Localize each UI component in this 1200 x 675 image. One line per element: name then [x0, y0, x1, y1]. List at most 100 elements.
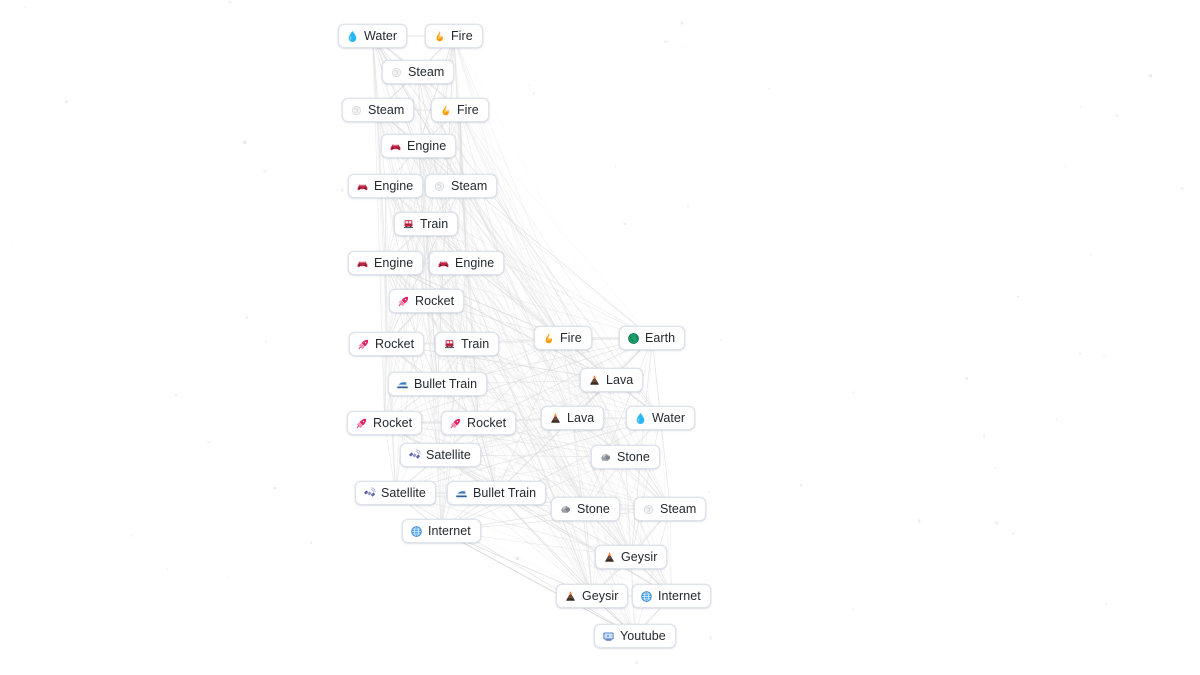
steam-icon — [433, 180, 446, 193]
graph-node-label: Engine — [407, 138, 447, 153]
graph-node-train[interactable]: Train — [394, 212, 459, 236]
graph-node-train[interactable]: Train — [435, 332, 500, 356]
graph-node-label: Earth — [645, 330, 676, 345]
graph-node-engine[interactable]: Engine — [348, 251, 424, 275]
volcano-icon — [549, 412, 562, 425]
car-icon — [389, 140, 402, 153]
globe-icon — [640, 590, 653, 603]
graph-node-label: Fire — [451, 28, 473, 43]
graph-node-label: Bullet Train — [414, 376, 478, 391]
graph-node-label: Fire — [560, 330, 582, 345]
graph-node-satellite[interactable]: Satellite — [400, 443, 481, 467]
background-speck-layer — [11, 0, 1184, 664]
graph-node-steam[interactable]: Steam — [382, 60, 455, 84]
graph-node-rocket[interactable]: Rocket — [441, 411, 517, 435]
graph-node-label: Water — [652, 410, 686, 425]
flame-icon — [439, 104, 452, 117]
graph-node-label: Water — [364, 28, 398, 43]
graph-node-geysir[interactable]: Geysir — [595, 545, 668, 569]
graph-node-stone[interactable]: Stone — [591, 445, 660, 469]
earth-icon — [627, 332, 640, 345]
graph-node-label: Engine — [374, 178, 414, 193]
graph-node-steam[interactable]: Steam — [425, 174, 498, 198]
car-icon — [356, 180, 369, 193]
stone-icon — [599, 451, 612, 464]
graph-node-lava[interactable]: Lava — [580, 368, 644, 392]
graph-node-label: Satellite — [381, 485, 426, 500]
graph-node-label: Engine — [455, 255, 495, 270]
graph-node-satellite[interactable]: Satellite — [355, 481, 436, 505]
graph-node-label: Stone — [577, 501, 610, 516]
graph-node-fire[interactable]: Fire — [534, 326, 592, 350]
flame-icon — [542, 332, 555, 345]
graph-node-water[interactable]: Water — [338, 24, 408, 48]
satellite-icon — [408, 448, 421, 462]
water-drop-icon — [346, 30, 359, 43]
rocket-icon — [355, 417, 368, 430]
graph-node-label: Steam — [660, 501, 697, 516]
graph-node-internet[interactable]: Internet — [402, 519, 481, 543]
globe-icon — [410, 525, 423, 538]
graph-node-engine[interactable]: Engine — [381, 134, 457, 158]
graph-node-water[interactable]: Water — [626, 406, 696, 430]
graph-node-label: Steam — [408, 64, 445, 79]
edge-layer — [372, 35, 672, 637]
rocket-icon — [397, 295, 410, 308]
car-icon — [437, 257, 450, 270]
graph-node-rocket[interactable]: Rocket — [347, 411, 423, 435]
graph-node-rocket[interactable]: Rocket — [389, 289, 465, 313]
graph-node-label: Internet — [658, 588, 701, 603]
steam-icon — [350, 104, 363, 117]
graph-node-label: Fire — [457, 102, 479, 117]
graph-node-internet[interactable]: Internet — [632, 584, 711, 608]
graph-node-label: Youtube — [620, 628, 666, 643]
graph-node-label: Geysir — [621, 549, 658, 564]
car-icon — [356, 257, 369, 270]
graph-node-stone[interactable]: Stone — [551, 497, 620, 521]
graph-canvas[interactable]: Water Fire Steam Steam Fire Engine Engine Steam… — [0, 0, 1200, 675]
train-icon — [443, 338, 456, 351]
graph-node-fire[interactable]: Fire — [425, 24, 483, 48]
graph-node-geysir[interactable]: Geysir — [556, 584, 629, 608]
graph-node-lava[interactable]: Lava — [541, 406, 605, 430]
water-drop-icon — [634, 412, 647, 425]
graph-node-engine[interactable]: Engine — [429, 251, 505, 275]
graph-node-steam[interactable]: Steam — [634, 497, 707, 521]
graph-node-label: Internet — [428, 523, 471, 538]
satellite-icon — [363, 486, 376, 500]
graph-node-label: Stone — [617, 449, 650, 464]
graph-node-earth[interactable]: Earth — [619, 326, 686, 350]
steam-icon — [390, 66, 403, 79]
graph-node-label: Steam — [368, 102, 405, 117]
graph-node-label: Rocket — [373, 415, 413, 430]
graph-node-engine[interactable]: Engine — [348, 174, 424, 198]
graph-node-label: Lava — [567, 410, 595, 425]
graph-node-bullet-train[interactable]: Bullet Train — [447, 481, 547, 505]
graph-node-label: Train — [461, 336, 490, 351]
graph-node-label: Geysir — [582, 588, 619, 603]
rocket-icon — [449, 417, 462, 430]
graph-node-fire[interactable]: Fire — [431, 98, 489, 122]
stone-icon — [559, 503, 572, 516]
graph-node-youtube[interactable]: Youtube — [594, 624, 676, 648]
rocket-icon — [357, 338, 370, 351]
graph-node-label: Engine — [374, 255, 414, 270]
volcano-icon — [588, 374, 601, 387]
graph-node-bullet-train[interactable]: Bullet Train — [388, 372, 488, 396]
graph-node-steam[interactable]: Steam — [342, 98, 415, 122]
graph-node-label: Rocket — [375, 336, 415, 351]
graph-node-label: Steam — [451, 178, 488, 193]
steam-icon — [642, 503, 655, 516]
graph-node-label: Bullet Train — [473, 485, 537, 500]
bullet-train-icon — [455, 487, 468, 500]
graph-node-label: Lava — [606, 372, 634, 387]
graph-node-label: Rocket — [467, 415, 507, 430]
bullet-train-icon — [396, 378, 409, 391]
youtube-icon — [602, 630, 615, 643]
volcano-icon — [564, 590, 577, 603]
flame-icon — [433, 30, 446, 43]
graph-node-label: Train — [420, 216, 449, 231]
volcano-icon — [603, 551, 616, 564]
graph-node-label: Rocket — [415, 293, 455, 308]
graph-node-rocket[interactable]: Rocket — [349, 332, 425, 356]
